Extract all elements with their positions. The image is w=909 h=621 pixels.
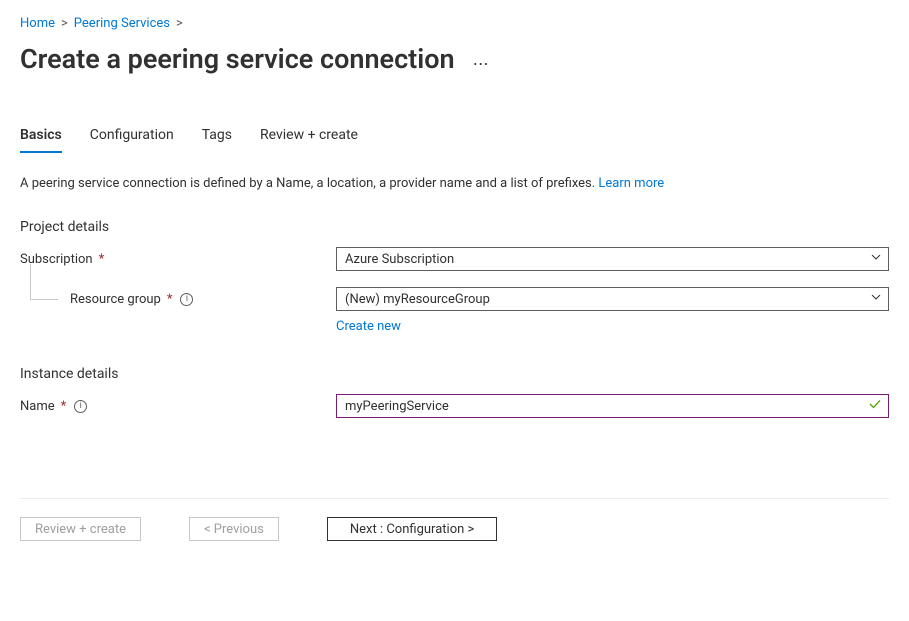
name-input[interactable] bbox=[345, 399, 860, 414]
label-resource-group-text: Resource group bbox=[70, 292, 161, 307]
tabs: Basics Configuration Tags Review + creat… bbox=[20, 123, 889, 154]
chevron-down-icon bbox=[870, 251, 882, 267]
resource-group-select[interactable]: (New) myResourceGroup bbox=[336, 287, 889, 311]
info-icon[interactable]: i bbox=[180, 293, 193, 306]
check-icon bbox=[868, 397, 882, 415]
required-asterisk: * bbox=[99, 252, 105, 267]
info-icon[interactable]: i bbox=[74, 400, 87, 413]
row-subscription: Subscription * Azure Subscription bbox=[20, 247, 889, 271]
description: A peering service connection is defined … bbox=[20, 176, 889, 191]
row-name: Name * i bbox=[20, 394, 889, 418]
next-button[interactable]: Next : Configuration > bbox=[327, 517, 497, 541]
previous-button: < Previous bbox=[189, 517, 279, 541]
section-project-details: Project details bbox=[20, 219, 889, 235]
description-text: A peering service connection is defined … bbox=[20, 176, 598, 191]
review-create-button: Review + create bbox=[20, 517, 141, 541]
create-new-link[interactable]: Create new bbox=[336, 319, 401, 334]
row-resource-group: Resource group * i (New) myResourceGroup bbox=[20, 287, 889, 311]
required-asterisk: * bbox=[61, 399, 67, 414]
tab-tags[interactable]: Tags bbox=[202, 123, 232, 153]
name-input-wrapper bbox=[336, 394, 889, 418]
indent-line bbox=[30, 264, 58, 300]
breadcrumb-peering-services[interactable]: Peering Services bbox=[74, 16, 170, 31]
breadcrumb-home[interactable]: Home bbox=[20, 16, 55, 31]
chevron-down-icon bbox=[870, 291, 882, 307]
more-actions-button[interactable]: ⋯ bbox=[469, 54, 494, 74]
section-instance-details: Instance details bbox=[20, 366, 889, 382]
page-title: Create a peering service connection bbox=[20, 43, 455, 75]
subscription-select[interactable]: Azure Subscription bbox=[336, 247, 889, 271]
tab-basics[interactable]: Basics bbox=[20, 123, 62, 153]
page-title-row: Create a peering service connection ⋯ bbox=[20, 43, 889, 75]
footer: Review + create < Previous Next : Config… bbox=[20, 498, 889, 541]
tab-configuration[interactable]: Configuration bbox=[90, 123, 174, 153]
breadcrumb-sep: > bbox=[61, 16, 68, 31]
learn-more-link[interactable]: Learn more bbox=[598, 176, 664, 191]
label-resource-group: Resource group * i bbox=[20, 292, 336, 307]
label-subscription: Subscription * bbox=[20, 252, 336, 267]
subscription-value: Azure Subscription bbox=[345, 252, 454, 267]
required-asterisk: * bbox=[167, 292, 173, 307]
breadcrumb: Home > Peering Services > bbox=[20, 16, 889, 31]
label-name: Name * i bbox=[20, 399, 336, 414]
create-new-row: Create new bbox=[336, 319, 889, 334]
tab-review-create[interactable]: Review + create bbox=[260, 123, 358, 153]
resource-group-value: (New) myResourceGroup bbox=[345, 292, 490, 307]
breadcrumb-sep: > bbox=[176, 16, 183, 31]
label-name-text: Name bbox=[20, 399, 55, 414]
